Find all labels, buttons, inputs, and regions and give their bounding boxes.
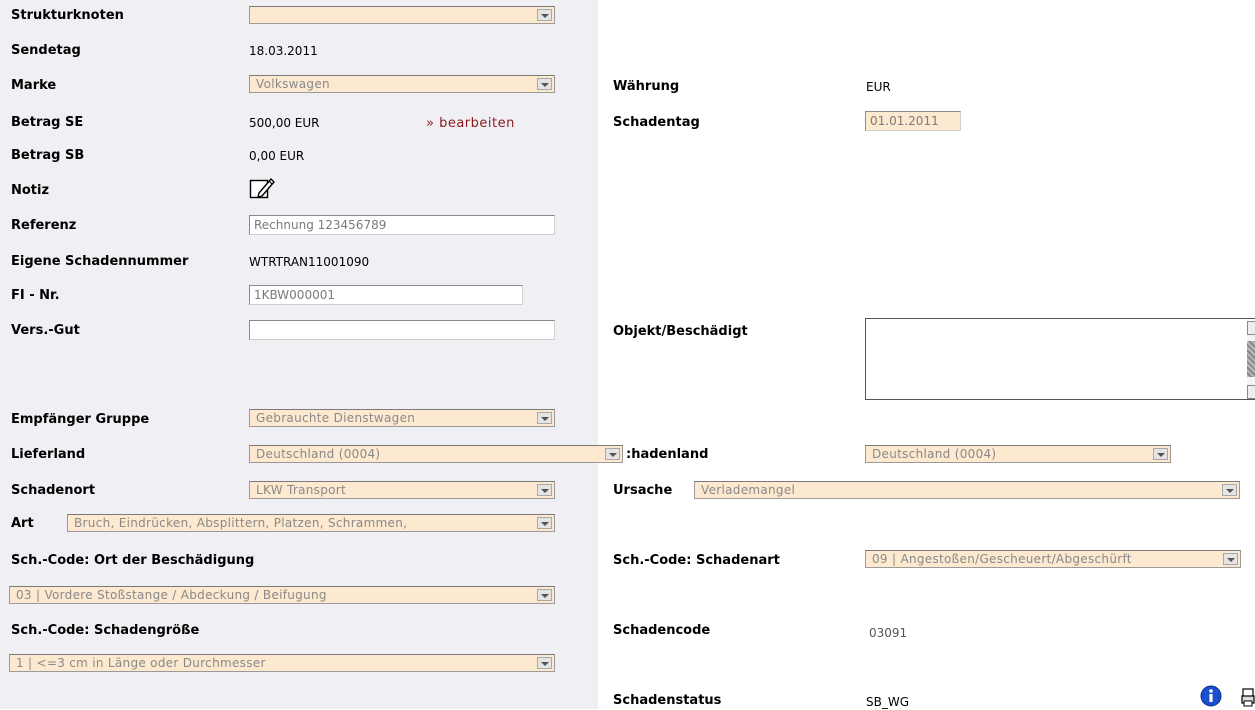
- empfaenger-gruppe-select[interactable]: Gebrauchte Dienstwagen: [249, 409, 555, 427]
- chevron-down-icon: [537, 9, 552, 21]
- waehrung-label: Währung: [613, 79, 680, 94]
- fi-nr-label: FI - Nr.: [11, 288, 60, 303]
- sch-code-ort-value: 03 | Vordere Stoßstange / Abdeckung / Be…: [16, 588, 327, 602]
- chevron-down-icon: [605, 448, 620, 460]
- waehrung-value: EUR: [866, 80, 891, 94]
- notiz-label: Notiz: [11, 183, 50, 198]
- sch-code-groesse-select[interactable]: 1 | <=3 cm in Länge oder Durchmesser: [9, 654, 555, 672]
- betrag-sb-label: Betrag SB: [11, 148, 85, 163]
- schadenland-value: Deutschland (0004): [872, 447, 997, 461]
- chevron-down-icon: [537, 517, 552, 529]
- lieferland-label: Lieferland: [11, 447, 86, 462]
- objekt-beschaedigt-label: Objekt/Beschädigt: [613, 324, 748, 339]
- empfaenger-gruppe-value: Gebrauchte Dienstwagen: [256, 411, 416, 425]
- eigene-schadennummer-value: WTRTRAN11001090: [249, 255, 370, 269]
- vers-gut-label: Vers.-Gut: [11, 323, 80, 338]
- art-label: Art: [11, 516, 34, 531]
- sch-code-groesse-value: 1 | <=3 cm in Länge oder Durchmesser: [16, 656, 266, 670]
- schadenort-select[interactable]: LKW Transport: [249, 481, 555, 499]
- schadentag-label: Schadentag: [613, 115, 700, 130]
- ursache-value: Verlademangel: [701, 483, 796, 497]
- scroll-down-icon[interactable]: [1247, 385, 1255, 399]
- sch-code-groesse-label: Sch.-Code: Schadengröße: [11, 623, 200, 638]
- referenz-label: Referenz: [11, 218, 77, 233]
- note-edit-icon[interactable]: [249, 177, 275, 204]
- bearbeiten-link[interactable]: » bearbeiten: [426, 116, 515, 132]
- strukturknoten-label: Strukturknoten: [11, 8, 124, 23]
- schadenort-label: Schadenort: [11, 483, 96, 498]
- vers-gut-input[interactable]: [249, 320, 555, 340]
- chevron-down-icon: [537, 484, 552, 496]
- sch-code-schadenart-select[interactable]: 09 | Angestoßen/Gescheuert/Abgeschürft: [865, 550, 1241, 568]
- referenz-input[interactable]: Rechnung 123456789: [249, 215, 555, 235]
- eigene-schadennummer-label: Eigene Schadennummer: [11, 254, 189, 269]
- schadenstatus-label: Schadenstatus: [613, 693, 722, 708]
- marke-value: Volkswagen: [256, 77, 330, 91]
- schadenland-select[interactable]: Deutschland (0004): [865, 445, 1171, 463]
- chevron-down-icon: [537, 78, 552, 90]
- fi-nr-input[interactable]: 1KBW000001: [249, 285, 523, 305]
- sch-code-schadenart-value: 09 | Angestoßen/Gescheuert/Abgeschürft: [872, 552, 1132, 566]
- schadencode-value: 03091: [869, 626, 908, 640]
- chevron-down-icon: [537, 412, 552, 424]
- textarea-scrollbar[interactable]: [1247, 321, 1255, 399]
- chevron-down-icon: [537, 589, 552, 601]
- schadenort-value: LKW Transport: [256, 483, 347, 497]
- empfaenger-gruppe-label: Empfänger Gruppe: [11, 412, 150, 427]
- marke-select[interactable]: Volkswagen: [249, 75, 555, 93]
- betrag-se-label: Betrag SE: [11, 115, 84, 130]
- sendetag-value: 18.03.2011: [249, 44, 318, 58]
- lieferland-select[interactable]: Deutschland (0004): [249, 445, 623, 463]
- art-select[interactable]: Bruch, Eindrücken, Absplittern, Platzen,…: [67, 514, 555, 532]
- chevron-down-icon: [537, 657, 552, 669]
- sendetag-label: Sendetag: [11, 43, 81, 58]
- chevron-down-icon: [1222, 484, 1237, 496]
- schadencode-label: Schadencode: [613, 623, 711, 638]
- art-value: Bruch, Eindrücken, Absplittern, Platzen,…: [74, 516, 408, 530]
- objekt-beschaedigt-textarea[interactable]: [865, 318, 1255, 400]
- betrag-sb-value: 0,00 EUR: [249, 149, 305, 163]
- strukturknoten-select[interactable]: [249, 6, 555, 24]
- scroll-thumb[interactable]: [1247, 341, 1255, 377]
- scroll-up-icon[interactable]: [1247, 321, 1255, 335]
- ursache-select[interactable]: Verlademangel: [694, 481, 1240, 499]
- lieferland-value: Deutschland (0004): [256, 447, 381, 461]
- chevron-down-icon: [1223, 553, 1238, 565]
- schadentag-input[interactable]: 01.01.2011: [865, 111, 961, 131]
- print-icon[interactable]: [1241, 687, 1255, 710]
- betrag-se-value: 500,00 EUR: [249, 116, 320, 130]
- marke-label: Marke: [11, 78, 57, 93]
- schadenland-label: :hadenland: [626, 447, 709, 462]
- sch-code-ort-select[interactable]: 03 | Vordere Stoßstange / Abdeckung / Be…: [9, 586, 555, 604]
- sch-code-ort-label: Sch.-Code: Ort der Beschädigung: [11, 553, 255, 568]
- chevron-down-icon: [1153, 448, 1168, 460]
- ursache-label: Ursache: [613, 483, 673, 498]
- info-icon[interactable]: [1200, 685, 1222, 710]
- schadenstatus-value: SB_WG: [866, 695, 910, 709]
- sch-code-schadenart-label: Sch.-Code: Schadenart: [613, 553, 780, 568]
